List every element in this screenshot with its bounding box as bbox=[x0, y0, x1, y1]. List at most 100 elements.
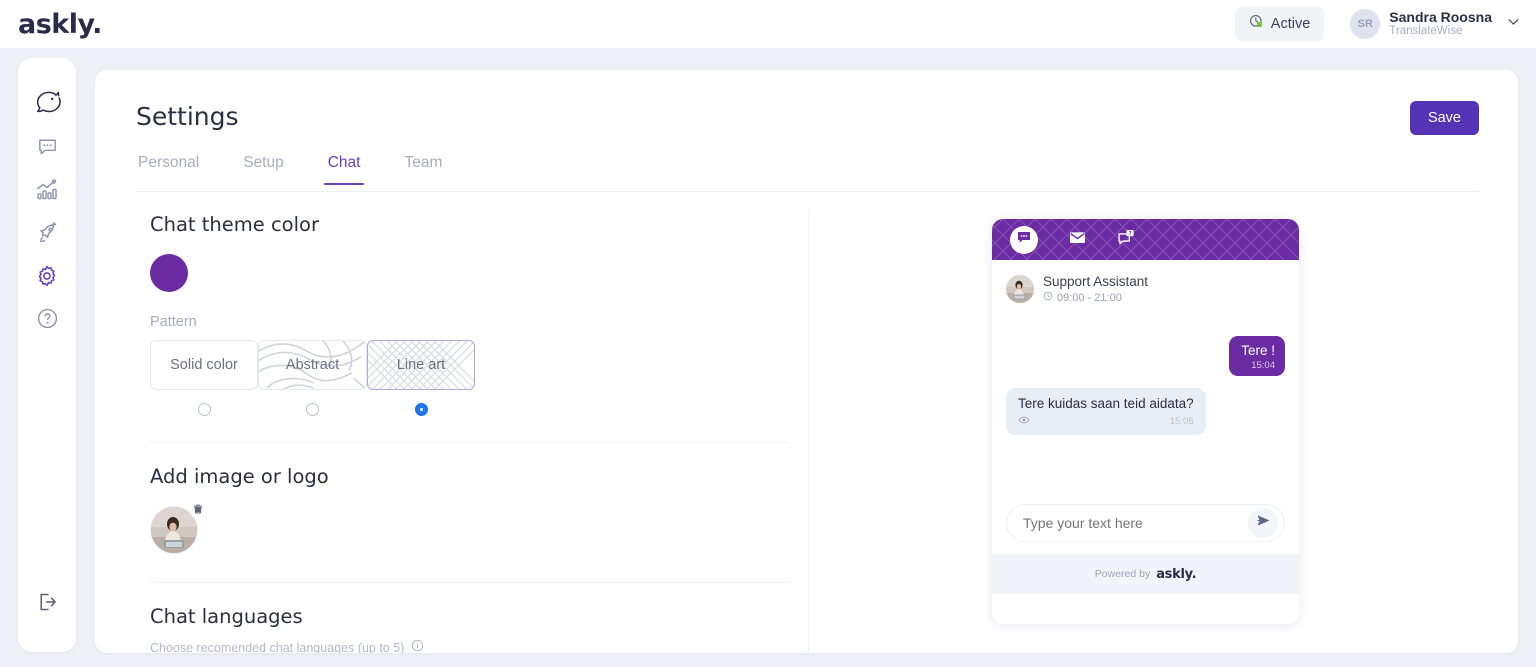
sidebar-item-settings[interactable] bbox=[27, 258, 67, 298]
tab-chat[interactable]: Chat bbox=[306, 154, 383, 185]
pattern-option-abstract[interactable]: Abstract bbox=[258, 340, 367, 416]
eye-icon bbox=[1018, 414, 1030, 429]
question-circle-icon bbox=[36, 307, 59, 335]
trash-icon bbox=[193, 504, 203, 514]
pattern-preview-line-art[interactable]: Line art bbox=[367, 340, 475, 390]
assistant-name: Support Assistant bbox=[1043, 274, 1149, 289]
page-title: Settings bbox=[136, 102, 239, 131]
chat-preview-header: ? bbox=[992, 219, 1299, 260]
chat-preview-widget: ? Support Assistant 09:00 - 21:00 Tere !… bbox=[992, 219, 1299, 624]
line-art-pattern-icon bbox=[992, 219, 1299, 260]
chevron-down-icon[interactable] bbox=[1505, 13, 1522, 35]
user-organization: TranslateWise bbox=[1389, 25, 1463, 38]
chat-languages-hint: Choose recomended chat languages (up to … bbox=[150, 641, 405, 653]
envelope-icon bbox=[1068, 228, 1087, 252]
message-text: Tere kuidas saan teid aidata? bbox=[1018, 396, 1194, 411]
tab-personal[interactable]: Personal bbox=[136, 154, 221, 185]
sidebar-item-campaigns[interactable] bbox=[27, 215, 67, 255]
askly-bird-logo-icon bbox=[32, 90, 62, 123]
user-menu[interactable]: SR Sandra Roosna TranslateWise bbox=[1350, 9, 1522, 39]
message-text: Tere ! bbox=[1241, 343, 1275, 358]
rocket-icon bbox=[35, 221, 59, 250]
section-divider-1 bbox=[150, 442, 790, 443]
avatar: SR bbox=[1350, 9, 1381, 39]
status-label: Active bbox=[1270, 16, 1311, 32]
pattern-option-line-art[interactable]: Line art bbox=[367, 340, 475, 416]
clock-check-icon bbox=[1249, 14, 1264, 34]
sidebar-item-home[interactable] bbox=[27, 86, 67, 126]
theme-color-swatch[interactable] bbox=[150, 254, 188, 292]
pattern-options: Solid color Abstract Line art bbox=[150, 340, 808, 416]
preview-tab-chat[interactable] bbox=[1010, 225, 1038, 254]
pattern-preview-solid[interactable]: Solid color bbox=[150, 340, 258, 390]
assistant-avatar bbox=[1006, 275, 1034, 303]
sidebar bbox=[18, 58, 76, 652]
chat-theme-color-title: Chat theme color bbox=[150, 213, 319, 236]
chat-bubble-icon bbox=[36, 135, 59, 163]
chat-preview-input-wrap bbox=[1006, 504, 1285, 542]
sidebar-item-chats[interactable] bbox=[27, 129, 67, 169]
settings-tabs: Personal Setup Chat Team bbox=[136, 154, 464, 185]
settings-card: Settings Save Personal Setup Chat Team C… bbox=[95, 70, 1518, 653]
pattern-label-solid: Solid color bbox=[170, 357, 238, 373]
askly-logo[interactable]: askly. bbox=[18, 9, 102, 40]
pattern-label-abstract: Abstract bbox=[285, 357, 340, 373]
chat-languages-hint-row: Choose recomended chat languages (up to … bbox=[150, 639, 808, 653]
info-icon[interactable] bbox=[411, 639, 424, 653]
user-name: Sandra Roosna bbox=[1389, 9, 1492, 26]
pattern-label: Pattern bbox=[150, 314, 197, 330]
assistant-header: Support Assistant 09:00 - 21:00 bbox=[1006, 274, 1285, 304]
pattern-preview-abstract[interactable]: Abstract bbox=[258, 340, 367, 390]
message-time: 15:04 bbox=[1251, 360, 1275, 371]
pattern-option-solid-color[interactable]: Solid color bbox=[150, 340, 258, 416]
user-names: Sandra Roosna TranslateWise bbox=[1389, 9, 1492, 38]
save-button[interactable]: Save bbox=[1409, 101, 1479, 135]
logo-upload[interactable] bbox=[150, 500, 207, 556]
add-image-title: Add image or logo bbox=[150, 465, 329, 488]
sidebar-item-help[interactable] bbox=[27, 301, 67, 341]
gear-icon bbox=[35, 264, 59, 293]
section-divider-2 bbox=[150, 582, 790, 583]
top-bar-right: Active SR Sandra Roosna TranslateWise bbox=[1234, 7, 1536, 41]
pattern-radio-line-art[interactable] bbox=[414, 403, 428, 416]
logout-icon bbox=[35, 590, 59, 619]
status-badge[interactable]: Active bbox=[1234, 7, 1325, 41]
delete-logo-button[interactable] bbox=[189, 500, 207, 518]
sidebar-item-logout[interactable] bbox=[27, 584, 67, 624]
assistant-hours-row: 09:00 - 21:00 bbox=[1043, 291, 1148, 304]
chat-bubble-icon bbox=[1016, 229, 1032, 250]
send-button[interactable] bbox=[1248, 508, 1278, 538]
pattern-radio-row-line-art bbox=[367, 403, 475, 416]
faq-bubble-icon: ? bbox=[1117, 228, 1136, 252]
assistant-info: Support Assistant 09:00 - 21:00 bbox=[1043, 274, 1148, 304]
chat-preview-input[interactable] bbox=[1023, 515, 1248, 531]
sidebar-item-statistics[interactable] bbox=[27, 172, 67, 212]
chat-languages-title: Chat languages bbox=[150, 605, 303, 628]
clock-icon bbox=[1043, 291, 1053, 304]
message-outgoing: Tere ! 15:04 bbox=[1229, 336, 1285, 376]
powered-by-text: Powered by bbox=[1094, 568, 1151, 580]
chat-preview-body: Support Assistant 09:00 - 21:00 Tere ! 1… bbox=[992, 260, 1299, 554]
message-time: 15:05 bbox=[1169, 416, 1194, 427]
analytics-chart-icon bbox=[35, 178, 59, 207]
preview-tab-faq[interactable]: ? bbox=[1117, 228, 1136, 252]
preview-tab-email[interactable] bbox=[1068, 228, 1087, 252]
column-divider bbox=[808, 210, 809, 653]
pattern-radio-abstract[interactable] bbox=[306, 403, 319, 416]
tab-setup[interactable]: Setup bbox=[221, 154, 306, 185]
chat-preview-footer: Powered by askly. bbox=[992, 554, 1299, 594]
svg-text:?: ? bbox=[1129, 230, 1132, 236]
send-icon bbox=[1256, 513, 1271, 533]
logo-text: askly bbox=[18, 8, 93, 40]
logo-dot: . bbox=[92, 8, 102, 40]
tabs-divider bbox=[136, 191, 1479, 192]
tab-team[interactable]: Team bbox=[382, 154, 464, 185]
assistant-hours: 09:00 - 21:00 bbox=[1057, 291, 1122, 304]
message-incoming: Tere kuidas saan teid aidata? 15:05 bbox=[1006, 388, 1206, 435]
message-meta: 15:05 bbox=[1018, 414, 1194, 429]
chat-settings-column: Chat theme color Pattern Solid color Abs… bbox=[150, 213, 808, 653]
pattern-radio-solid[interactable] bbox=[197, 403, 211, 416]
pattern-radio-row-solid bbox=[150, 403, 258, 416]
askly-logo: askly. bbox=[1156, 566, 1197, 582]
pattern-label-line-art: Line art bbox=[396, 357, 446, 373]
